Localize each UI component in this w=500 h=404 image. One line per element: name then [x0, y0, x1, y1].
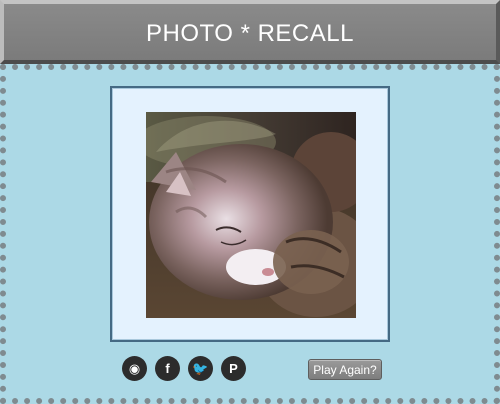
cat-photo	[146, 112, 356, 318]
app-title: PHOTO * RECALL	[146, 19, 354, 47]
facebook-icon[interactable]: f	[155, 356, 180, 381]
photo-frame	[110, 86, 390, 342]
sleeping-cat-image	[146, 112, 356, 318]
pinterest-icon[interactable]: P	[221, 356, 246, 381]
play-again-button[interactable]: Play Again?	[308, 359, 382, 380]
instagram-icon[interactable]: ◉	[122, 356, 147, 381]
share-buttons: ◉ f 🐦 P	[122, 356, 246, 382]
twitter-icon[interactable]: 🐦	[188, 356, 213, 381]
photo-recall-app: PHOTO * RECALL ◉ f 🐦 P Play Again?	[0, 0, 500, 404]
title-bar: PHOTO * RECALL	[0, 0, 500, 64]
